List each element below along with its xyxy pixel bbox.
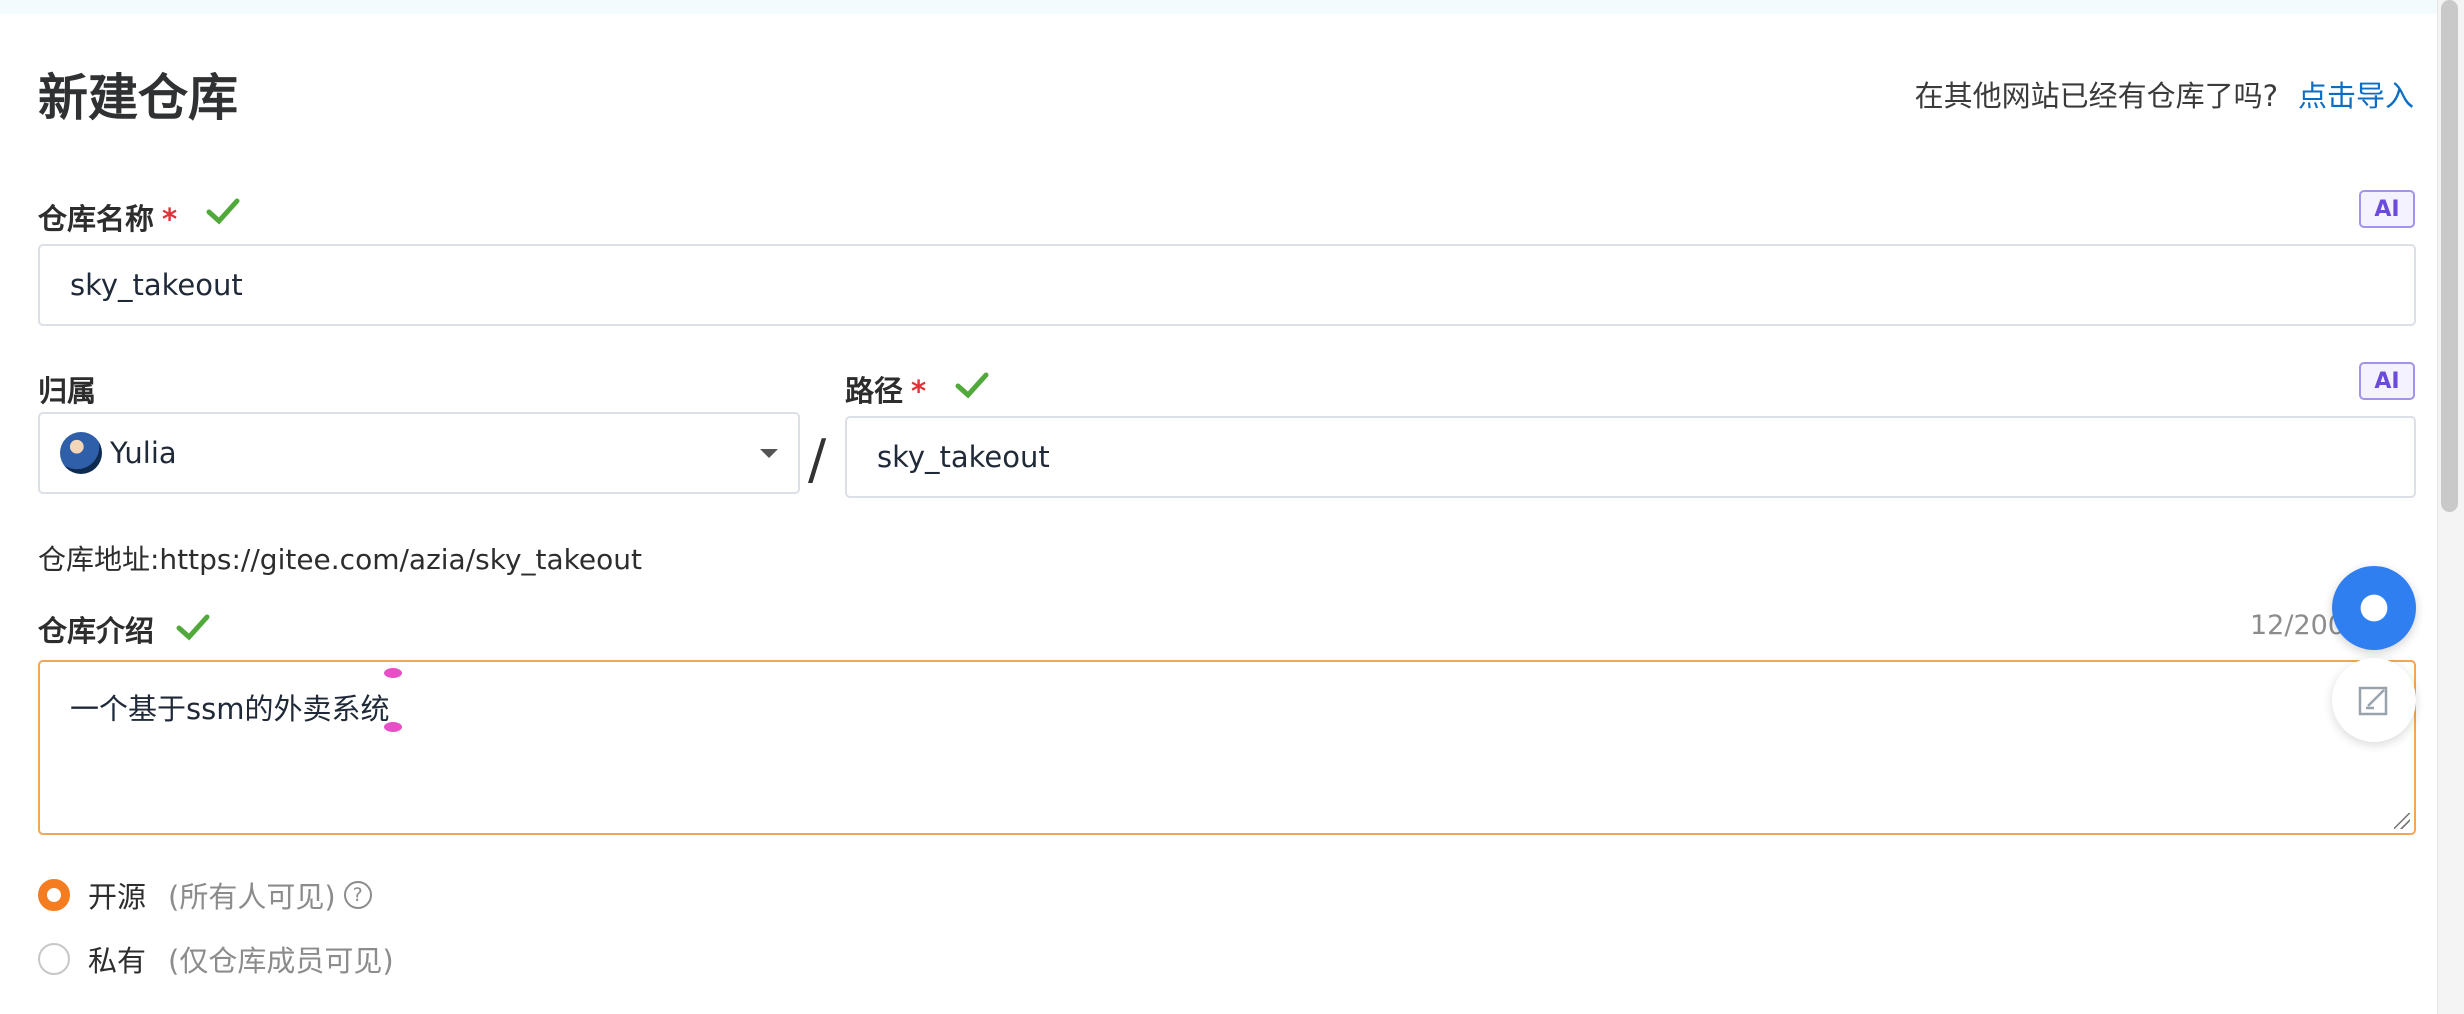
visibility-public-option[interactable]: 开源 (所有人可见) ? (38, 874, 372, 916)
page-title: 新建仓库 (38, 69, 238, 127)
assistant-float-button[interactable] (2332, 566, 2416, 650)
public-label: 开源 (88, 880, 147, 914)
resize-handle-icon[interactable] (2394, 813, 2410, 829)
import-link[interactable]: 点击导入 (2298, 79, 2414, 113)
char-counter: 12/200 (2250, 610, 2345, 641)
ai-badge-path[interactable]: AI (2359, 362, 2415, 400)
ai-badge-repo-name[interactable]: AI (2359, 190, 2415, 228)
radio-private[interactable] (38, 943, 70, 975)
path-separator: / (808, 428, 827, 491)
import-question: 在其他网站已经有仓库了吗? (1914, 79, 2278, 113)
feedback-button[interactable] (2332, 658, 2416, 742)
path-label-text: 路径 (845, 374, 904, 408)
check-icon (176, 614, 210, 641)
visibility-private-option[interactable]: 私有 (仅仓库成员可见) (38, 938, 394, 980)
avatar (60, 432, 102, 474)
repo-name-label-text: 仓库名称 (38, 202, 155, 236)
top-bar-strip (0, 0, 2464, 14)
repo-address: 仓库地址:https://gitee.com/azia/sky_takeout (38, 543, 642, 576)
import-hint: 在其他网站已经有仓库了吗? 点击导入 (1915, 73, 2414, 115)
description-label: 仓库介绍 (38, 614, 155, 648)
description-textarea[interactable]: 一个基于ssm的外卖系统 (38, 660, 2416, 835)
help-icon[interactable]: ? (343, 881, 372, 909)
public-hint: (所有人可见) (168, 880, 336, 914)
private-hint: (仅仓库成员可见) (168, 944, 394, 978)
text-cursor-handle-bottom[interactable] (384, 722, 402, 732)
repo-name-input[interactable]: sky_takeout (38, 244, 2416, 326)
description-text: 一个基于ssm的外卖系统 (70, 692, 390, 726)
owner-select[interactable]: Yulia (38, 412, 800, 494)
path-input[interactable]: sky_takeout (845, 416, 2416, 498)
private-label: 私有 (88, 944, 147, 978)
check-icon (206, 198, 240, 225)
repo-name-label: 仓库名称 * (38, 196, 177, 238)
radio-public[interactable] (38, 879, 70, 911)
path-label: 路径 * (845, 368, 926, 410)
owner-label: 归属 (38, 374, 97, 408)
required-mark: * (911, 374, 927, 408)
check-icon (955, 372, 989, 399)
owner-name: Yulia (110, 436, 177, 470)
text-cursor-handle-top[interactable] (384, 668, 402, 678)
scrollbar-thumb[interactable] (2441, 0, 2458, 512)
chevron-down-icon (760, 449, 778, 458)
edit-icon (2358, 686, 2388, 716)
required-mark: * (162, 202, 178, 236)
